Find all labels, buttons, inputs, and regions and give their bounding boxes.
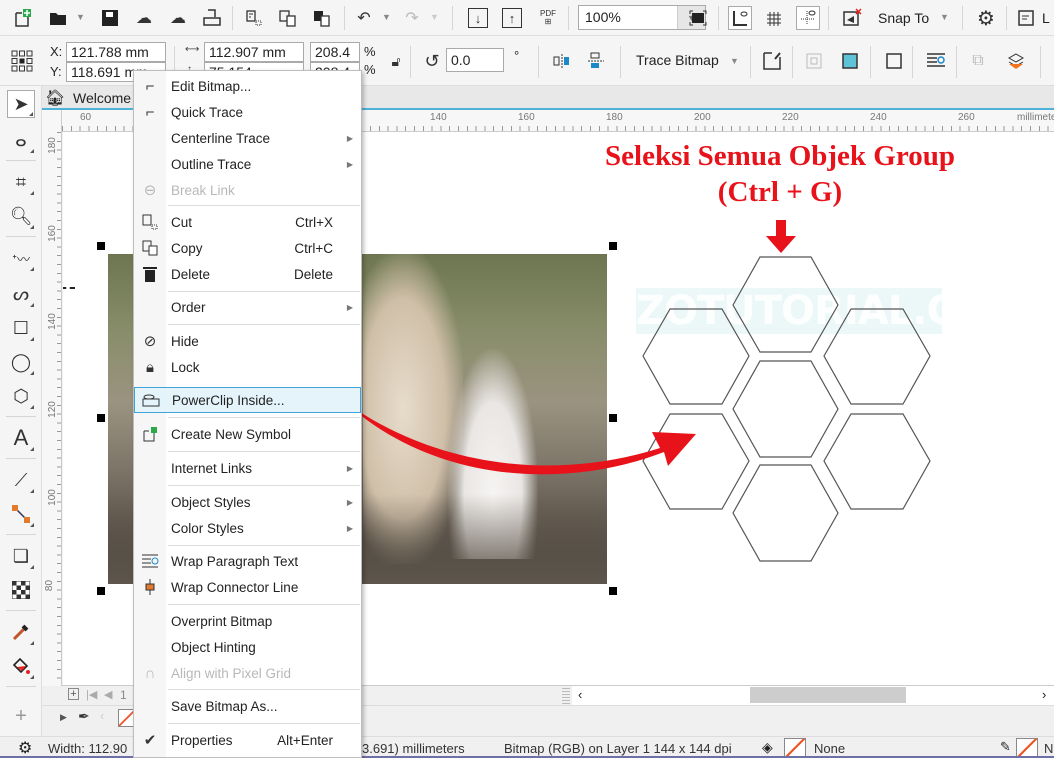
menu-item-break-link: ⊖ Break Link bbox=[134, 177, 361, 203]
menu-item-wrap-connector-line[interactable]: Wrap Connector Line bbox=[134, 574, 361, 600]
menu-item-outline-trace[interactable]: Outline Trace ▶ bbox=[134, 151, 361, 177]
menu-item-lock[interactable]: 🔒︎ Lock bbox=[134, 354, 361, 380]
hide-eye-icon: ⊘ bbox=[143, 333, 157, 350]
trash-icon bbox=[134, 266, 166, 282]
submenu-arrow-icon: ▶ bbox=[346, 159, 353, 169]
outline-color-swatch[interactable] bbox=[1016, 738, 1038, 758]
prev-page-icon[interactable]: ◀ bbox=[104, 688, 112, 701]
status-settings-gear-icon[interactable]: ⚙ bbox=[18, 738, 32, 758]
menu-item-align-pixel-grid: ∩ Align with Pixel Grid bbox=[134, 660, 361, 686]
menu-item-object-styles[interactable]: Object Styles ▶ bbox=[134, 489, 361, 515]
outline-pen-icon: ✎ bbox=[1000, 739, 1011, 754]
fill-value-text: None bbox=[814, 741, 846, 756]
edit-bitmap-icon: ⌐ bbox=[145, 77, 155, 95]
submenu-arrow-icon: ▶ bbox=[346, 302, 353, 312]
pixel-grid-icon: ∩ bbox=[144, 664, 156, 682]
menu-item-edit-bitmap[interactable]: ⌐ Edit Bitmap... bbox=[134, 73, 361, 99]
outline-value-text: N bbox=[1044, 741, 1054, 756]
hexagon-bottom bbox=[732, 464, 839, 562]
object-info-text: Bitmap (RGB) on Layer 1 144 x 144 dpi bbox=[504, 741, 732, 756]
curved-arrow-annotation bbox=[345, 402, 696, 475]
new-symbol-icon bbox=[134, 426, 166, 442]
horizontal-scrollbar[interactable]: ‹ › bbox=[572, 685, 1054, 705]
wrap-text-icon bbox=[134, 554, 166, 568]
down-arrow-annotation bbox=[766, 220, 796, 253]
copy-icon bbox=[134, 240, 166, 256]
scroll-left-icon[interactable]: ‹ bbox=[578, 687, 582, 702]
palette-scroll-left-icon[interactable]: ‹ bbox=[100, 708, 104, 723]
menu-item-copy[interactable]: Copy Ctrl+C bbox=[134, 235, 361, 261]
submenu-arrow-icon: ▶ bbox=[346, 133, 353, 143]
first-page-icon[interactable]: |◀ bbox=[86, 688, 97, 701]
scrollbar-thumb[interactable] bbox=[750, 687, 906, 703]
wrap-connector-icon bbox=[134, 579, 166, 595]
menu-item-wrap-paragraph-text[interactable]: Wrap Paragraph Text bbox=[134, 548, 361, 574]
lock-icon: 🔒︎ bbox=[146, 358, 154, 376]
hexagon-upper-left bbox=[642, 308, 750, 405]
shortcut-label: Alt+Enter bbox=[277, 732, 333, 748]
hexagon-top bbox=[732, 256, 839, 353]
menu-item-internet-links[interactable]: Internet Links ▶ bbox=[134, 455, 361, 481]
menu-item-color-styles[interactable]: Color Styles ▶ bbox=[134, 515, 361, 541]
hexagon-center bbox=[732, 360, 839, 458]
cut-icon bbox=[134, 214, 166, 230]
menu-item-order[interactable]: Order ▶ bbox=[134, 294, 361, 320]
menu-item-delete[interactable]: Delete Delete bbox=[134, 261, 361, 287]
submenu-arrow-icon: ▶ bbox=[346, 463, 353, 473]
checkmark-icon: ✔ bbox=[143, 732, 157, 749]
submenu-arrow-icon: ▶ bbox=[346, 523, 353, 533]
powerclip-icon bbox=[135, 393, 167, 407]
hexagon-lower-right bbox=[823, 413, 931, 510]
palette-eyedropper-icon[interactable]: ✒ bbox=[78, 708, 90, 725]
hexagon-upper-right bbox=[823, 308, 931, 405]
shortcut-label: Ctrl+X bbox=[295, 214, 333, 230]
menu-item-centerline-trace[interactable]: Centerline Trace ▶ bbox=[134, 125, 361, 151]
menu-item-powerclip-inside[interactable]: PowerClip Inside... bbox=[134, 387, 361, 413]
menu-item-overprint-bitmap[interactable]: Overprint Bitmap bbox=[134, 608, 361, 634]
fill-bucket-icon: ◈ bbox=[762, 739, 773, 755]
menu-item-properties[interactable]: ✔ Properties Alt+Enter bbox=[134, 727, 361, 753]
quick-trace-icon: ⌐ bbox=[145, 103, 155, 121]
page-number[interactable]: 1 bbox=[120, 688, 127, 702]
shortcut-label: Delete bbox=[293, 266, 333, 282]
context-menu: ⌐ Edit Bitmap... ⌐ Quick Trace Centerline … bbox=[133, 70, 362, 758]
menu-item-object-hinting[interactable]: Object Hinting bbox=[134, 634, 361, 660]
add-page-icon[interactable]: + bbox=[68, 688, 79, 700]
menu-item-create-new-symbol[interactable]: Create New Symbol bbox=[134, 421, 361, 447]
menu-item-save-bitmap-as[interactable]: Save Bitmap As... bbox=[134, 693, 361, 719]
menu-item-quick-trace[interactable]: ⌐ Quick Trace bbox=[134, 99, 361, 125]
coreldraw-window: ▼ ☁ ☁ ↶ ▼ ↷ ▼ ↓ ↑ PDF ⊞ 100% ▼ Snap To ▼ … bbox=[0, 0, 1054, 758]
cursor-coordinates-text: 3.691) millimeters bbox=[362, 741, 465, 756]
fill-color-swatch[interactable] bbox=[784, 738, 806, 758]
menu-item-hide[interactable]: ⊘ Hide bbox=[134, 328, 361, 354]
splitter-grip[interactable] bbox=[562, 688, 570, 704]
submenu-arrow-icon: ▶ bbox=[346, 497, 353, 507]
menu-item-cut[interactable]: Cut Ctrl+X bbox=[134, 209, 361, 235]
object-dimensions-text: Width: 112.90 bbox=[48, 741, 128, 756]
break-link-icon: ⊖ bbox=[143, 182, 157, 199]
shortcut-label: Ctrl+C bbox=[294, 240, 333, 256]
hexagon-lower-left bbox=[642, 413, 750, 510]
scroll-right-icon[interactable]: › bbox=[1042, 687, 1046, 702]
palette-expand-icon[interactable]: ▶ bbox=[60, 712, 67, 723]
